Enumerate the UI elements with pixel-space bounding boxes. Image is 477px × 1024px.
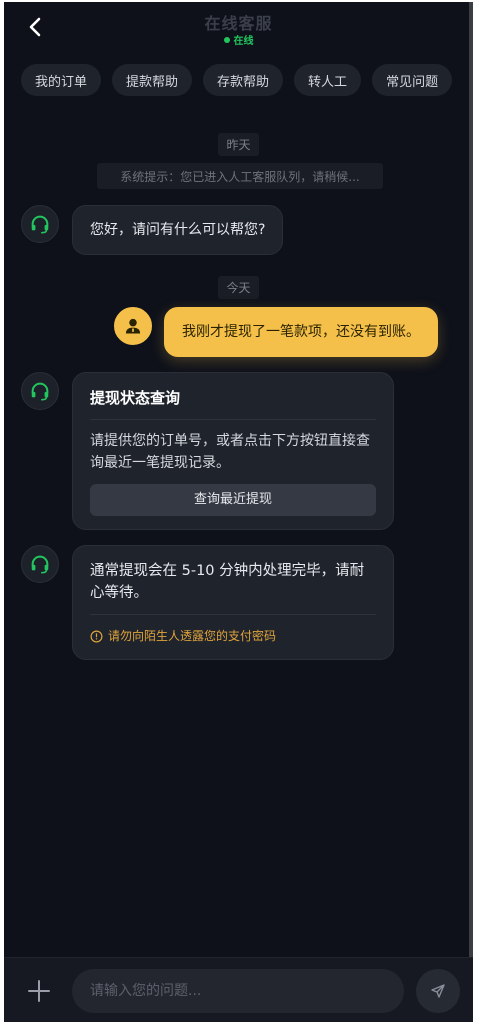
online-dot-icon (223, 36, 230, 43)
agent-message-greeting: 您好，请问有什么可以帮您? (72, 205, 284, 255)
tag-transfer-human[interactable]: 转人工 (294, 64, 362, 96)
warning-circle-icon (90, 630, 103, 642)
message-divider (90, 614, 376, 615)
agent-message-info: 通常提现会在 5-10 分钟内处理完毕，请耐心等待。 请勿向陌生人透露您的支付密… (72, 545, 394, 660)
message-text: 您好，请问有什么可以帮您? (90, 222, 266, 238)
headset-icon (31, 382, 49, 401)
timestamp-label: 昨天 (218, 133, 259, 156)
online-status: 在线 (4, 32, 473, 47)
attach-button[interactable] (26, 978, 52, 1004)
withdraw-status-card: 提现状态查询 请提供您的订单号，或者点击下方按钮直接查询最近一笔提现记录。 查询… (72, 372, 394, 530)
tag-withdraw-help[interactable]: 提款帮助 (112, 64, 193, 96)
page-title: 在线客服 (204, 14, 273, 33)
user-icon (125, 318, 141, 334)
message-input-wrapper (72, 969, 404, 1013)
send-icon (431, 984, 445, 998)
tag-deposit-help[interactable]: 存款帮助 (203, 64, 284, 96)
send-button[interactable] (416, 969, 460, 1013)
card-divider (90, 419, 376, 420)
system-notice: 系统提示：您已进入人工客服队列，请稍候... (97, 163, 383, 189)
user-avatar (114, 307, 152, 345)
agent-avatar (21, 205, 59, 243)
chat-screen: 在线客服 在线 我的订单 提款帮助 存款帮助 转人工 常见问题 昨天 系统提示：… (4, 2, 473, 1022)
quick-tags: 我的订单 提款帮助 存款帮助 转人工 常见问题 (21, 64, 453, 96)
message-text: 我刚才提现了一笔款项，还没有到账。 (182, 324, 420, 340)
agent-avatar (21, 372, 59, 410)
timestamp-today: 今天 (4, 276, 473, 299)
user-message: 我刚才提现了一笔款项，还没有到账。 (164, 307, 438, 357)
timestamp-yesterday: 昨天 (4, 133, 473, 156)
composer-bar (4, 957, 473, 1022)
query-recent-withdraw-button[interactable]: 查询最近提现 (90, 484, 376, 516)
message-input[interactable] (72, 969, 404, 1013)
message-text: 通常提现会在 5-10 分钟内处理完毕，请耐心等待。 (90, 563, 365, 601)
card-body: 请提供您的订单号，或者点击下方按钮直接查询最近一笔提现记录。 (90, 433, 370, 471)
plus-icon (28, 980, 50, 1002)
warning-text: 请勿向陌生人透露您的支付密码 (108, 629, 277, 643)
card-title: 提现状态查询 (90, 389, 181, 407)
tag-faq[interactable]: 常见问题 (372, 64, 453, 96)
headset-icon (31, 555, 49, 574)
online-status-label: 在线 (233, 36, 254, 47)
agent-avatar (21, 545, 59, 583)
security-warning: 请勿向陌生人透露您的支付密码 (90, 625, 376, 647)
headset-icon (31, 215, 49, 234)
tag-my-orders[interactable]: 我的订单 (21, 64, 102, 96)
header: 在线客服 在线 (4, 2, 473, 52)
timestamp-label: 今天 (218, 276, 259, 299)
